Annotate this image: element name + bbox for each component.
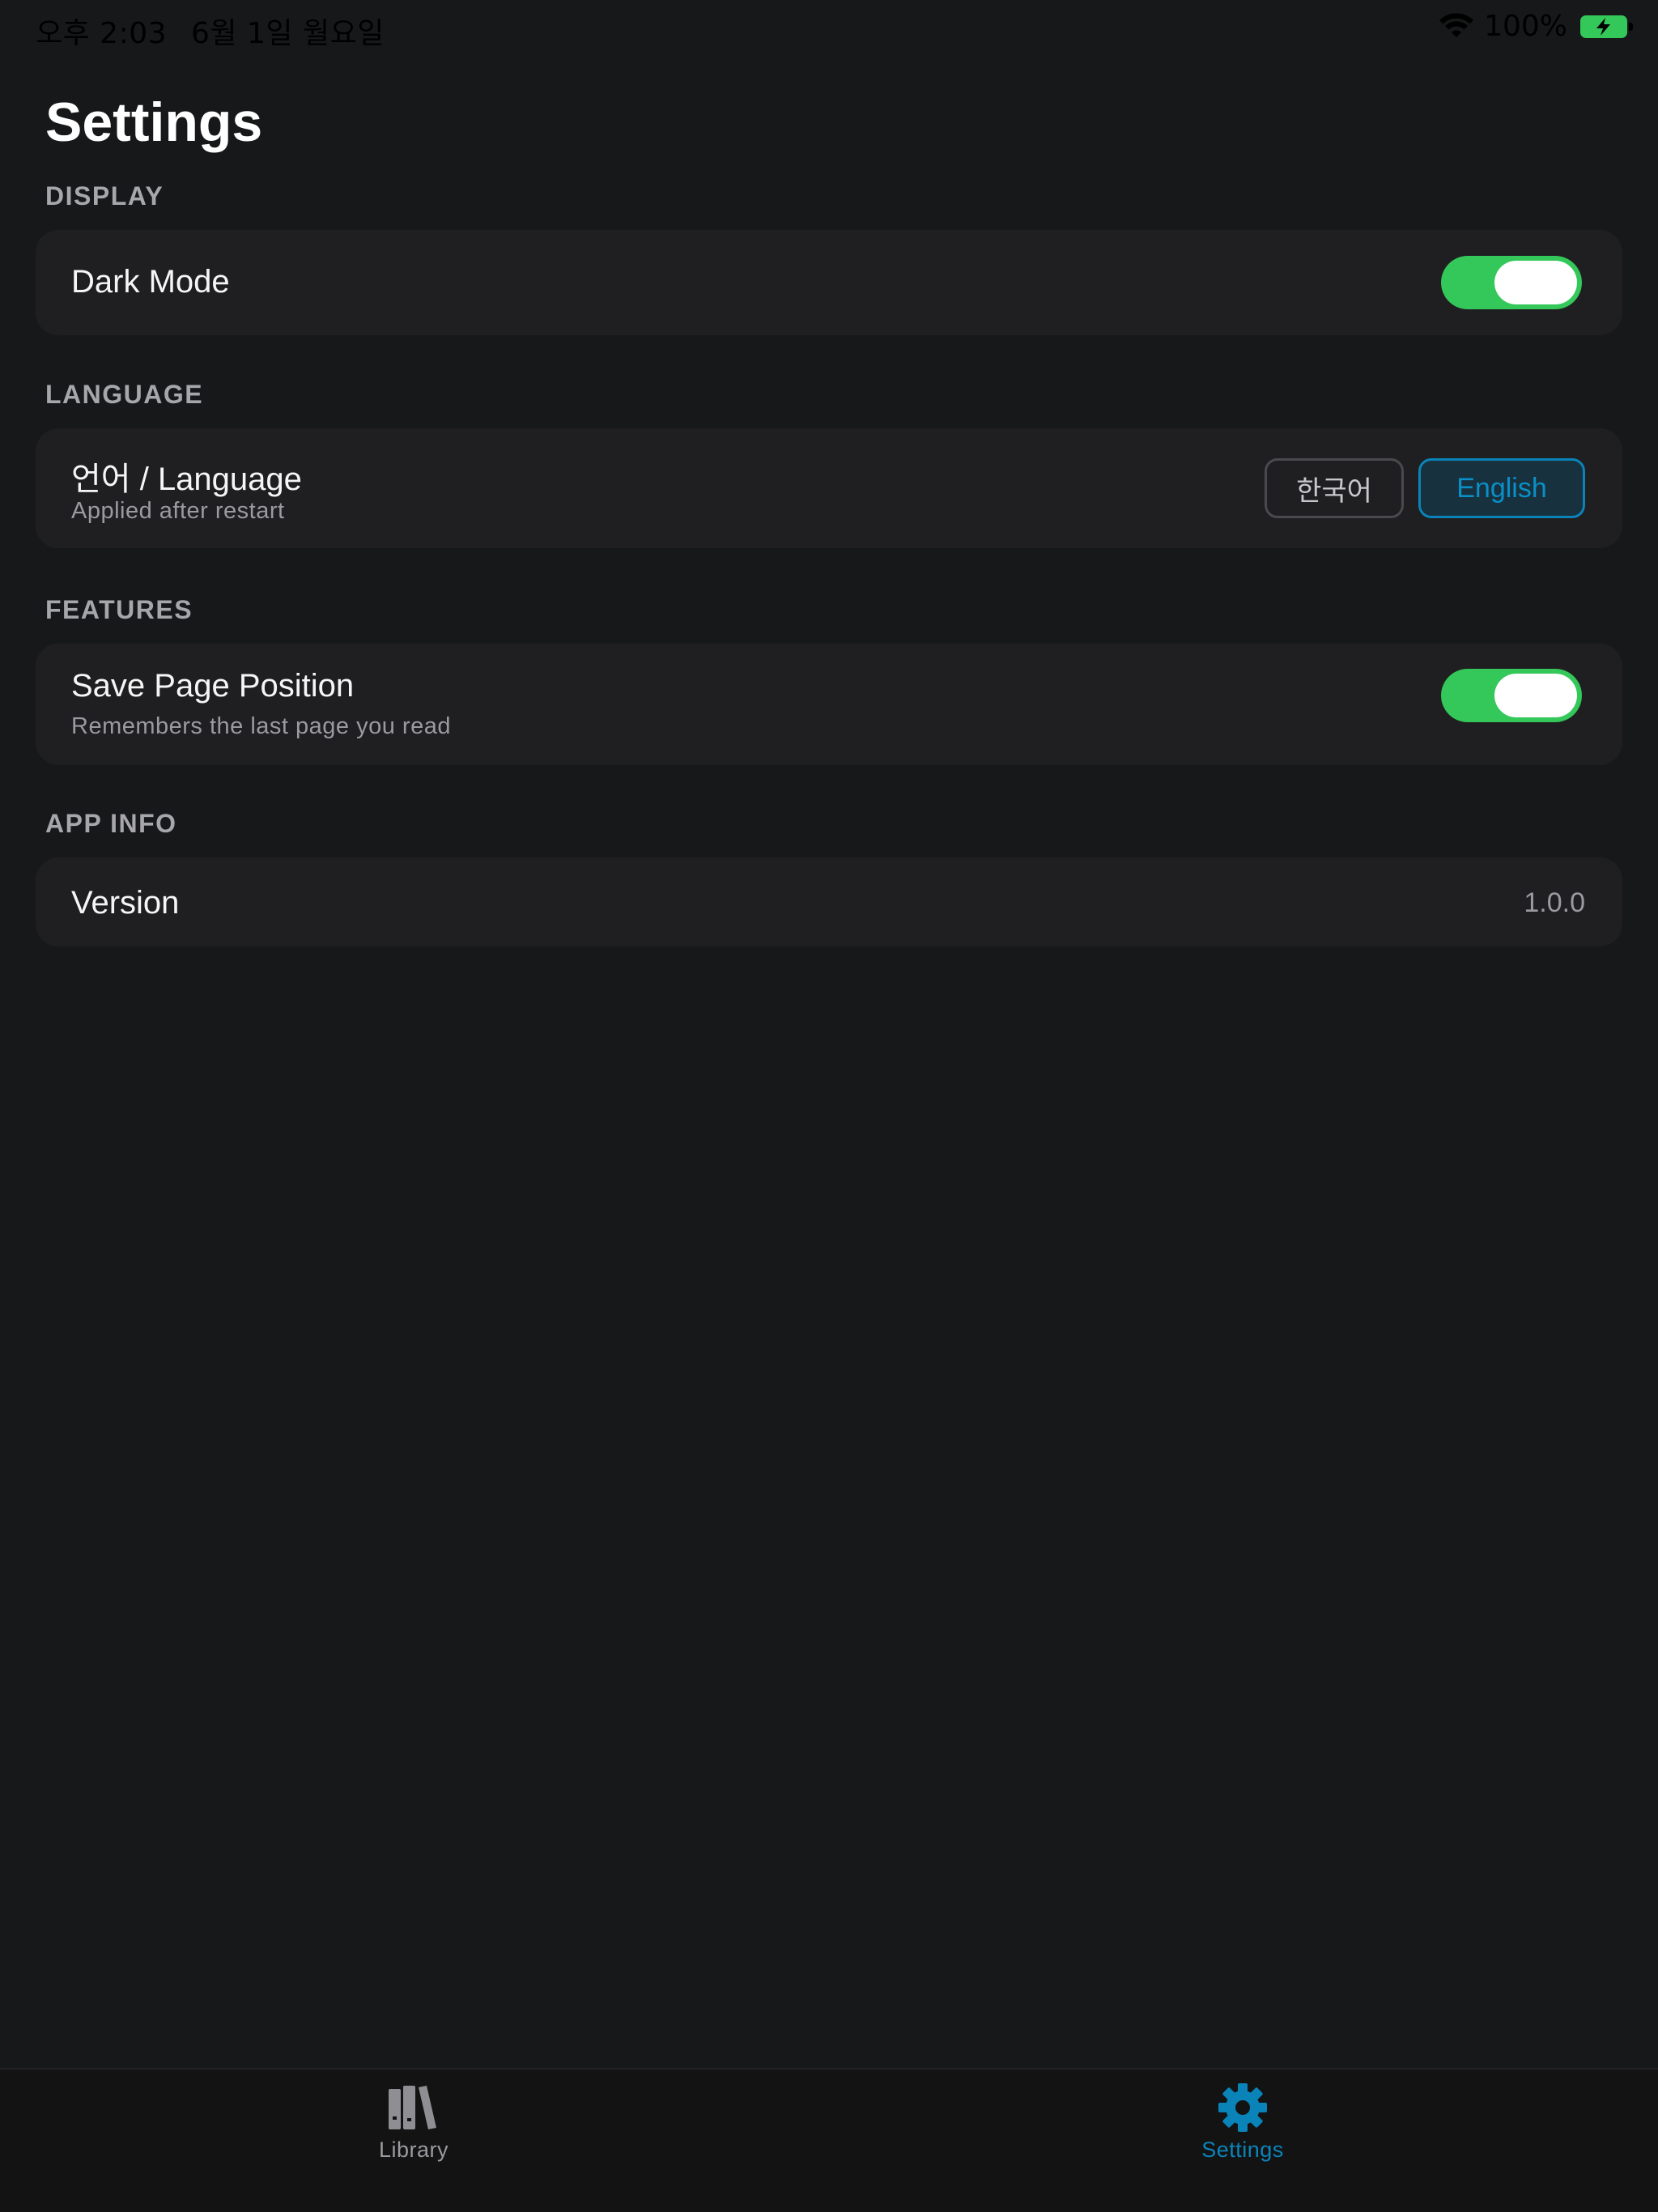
battery-charging-icon — [1580, 15, 1633, 38]
settings-screen: 오후 2:03 6월 1일 월요일 100% Settings DISPLAY D… — [0, 0, 1658, 2212]
battery-percent: 100% — [1484, 10, 1567, 43]
save-page-position-row: Save Page Position Remembers the last pa… — [36, 644, 1622, 765]
tab-settings[interactable]: Settings — [1146, 2082, 1340, 2163]
status-bar: 오후 2:03 6월 1일 월요일 100% — [0, 0, 1658, 58]
language-english-button[interactable]: English — [1418, 458, 1585, 518]
section-header-display: DISPLAY — [45, 181, 164, 211]
toggle-knob — [1494, 674, 1577, 717]
library-books-icon — [389, 2086, 436, 2129]
save-page-position-label: Save Page Position — [71, 668, 355, 704]
language-korean-button[interactable]: 한국어 — [1265, 458, 1404, 518]
status-indicators: 100% — [1439, 10, 1633, 43]
dark-mode-row: Dark Mode — [36, 230, 1622, 335]
language-subtitle: Applied after restart — [71, 498, 285, 524]
tab-settings-label: Settings — [1201, 2138, 1284, 2162]
version-row: Version 1.0.0 — [36, 857, 1622, 946]
wifi-icon — [1439, 12, 1474, 37]
status-time: 오후 2:03 — [36, 17, 168, 50]
page-title: Settings — [45, 91, 263, 153]
language-label: 언어 / Language — [71, 462, 302, 497]
save-page-position-subtitle: Remembers the last page you read — [71, 713, 451, 739]
gear-icon — [1218, 2083, 1267, 2132]
section-header-language: LANGUAGE — [45, 380, 204, 409]
dark-mode-label: Dark Mode — [71, 264, 230, 300]
tab-bar: Library Settings — [0, 2068, 1658, 2212]
version-label: Version — [71, 885, 180, 921]
dark-mode-toggle[interactable] — [1441, 256, 1582, 309]
tab-library[interactable]: Library — [317, 2082, 511, 2163]
status-date: 6월 1일 월요일 — [191, 17, 385, 50]
version-value: 1.0.0 — [1524, 887, 1585, 918]
save-page-position-toggle[interactable] — [1441, 669, 1582, 722]
toggle-knob — [1494, 261, 1577, 304]
tab-library-label: Library — [378, 2138, 449, 2162]
section-header-app-info: APP INFO — [45, 809, 177, 838]
language-row: 언어 / Language Applied after restart 한국어 … — [36, 428, 1622, 548]
section-header-features: FEATURES — [45, 595, 193, 624]
status-time-date: 오후 2:03 6월 1일 월요일 — [36, 10, 385, 52]
